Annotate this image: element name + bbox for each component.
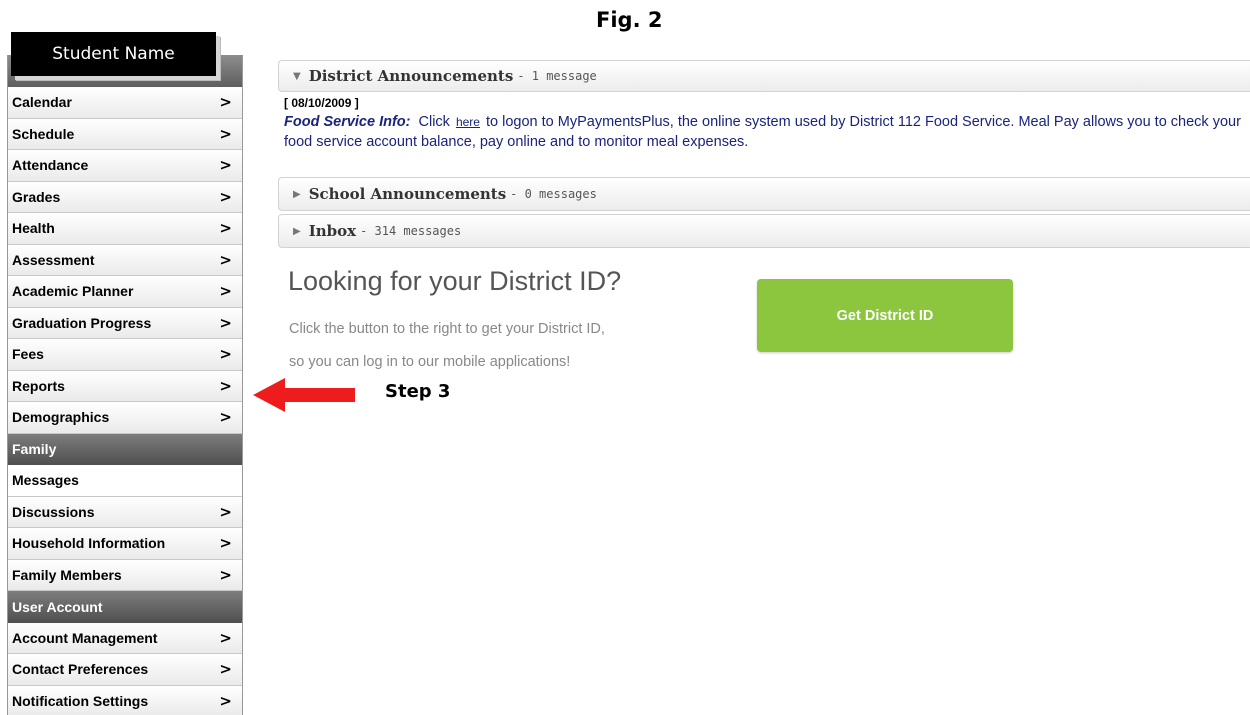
- sidebar-item-assessment[interactable]: Assessment >: [8, 244, 242, 276]
- sidebar-item-label: Attendance: [12, 157, 89, 174]
- sidebar-item-label: Notification Settings: [12, 692, 149, 709]
- triangle-right-icon: ▶: [293, 188, 301, 200]
- sidebar-item-label: Assessment: [12, 251, 95, 268]
- sidebar-item-label: Schedule: [12, 125, 75, 142]
- district-announcements-header[interactable]: ▼ District Announcements - 1 message: [278, 60, 1250, 92]
- sidebar-section-user-account: User Account: [8, 591, 242, 623]
- district-id-heading: Looking for your District ID?: [288, 266, 622, 296]
- panel-title: School Announcements: [308, 185, 507, 203]
- district-id-description: Click the button to the right to get you…: [289, 313, 605, 380]
- district-id-line: so you can log in to our mobile applicat…: [289, 354, 571, 371]
- left-arrow-icon: [253, 378, 355, 412]
- get-district-id-button[interactable]: Get District ID: [757, 279, 1013, 352]
- sidebar-item-fees[interactable]: Fees >: [8, 339, 242, 371]
- sidebar-item-label: Contact Preferences: [12, 661, 149, 678]
- chevron-right-icon: >: [219, 691, 232, 710]
- message-date: [ 08/10/2009 ]: [284, 96, 359, 110]
- sidebar-item-grades[interactable]: Grades >: [8, 181, 242, 213]
- chevron-right-icon: >: [219, 219, 232, 238]
- sidebar-section-family: Family: [8, 433, 242, 465]
- sidebar-item-label: Calendar: [12, 94, 72, 111]
- district-id-line: Click the button to the right to get you…: [289, 321, 605, 337]
- chevron-right-icon: >: [219, 534, 232, 553]
- chevron-right-icon: >: [219, 313, 232, 332]
- panel-title: Inbox: [308, 222, 357, 240]
- triangle-right-icon: ▶: [293, 225, 301, 237]
- chevron-right-icon: >: [219, 124, 232, 143]
- sidebar-item-discussions[interactable]: Discussions >: [8, 496, 242, 528]
- chevron-right-icon: >: [219, 376, 232, 395]
- sidebar-item-label: Fees: [12, 346, 44, 363]
- message-title: Food Service Info:: [284, 113, 411, 130]
- here-link[interactable]: here: [456, 115, 480, 129]
- inbox-header[interactable]: ▶ Inbox - 314 messages: [278, 214, 1250, 248]
- sidebar-item-reports[interactable]: Reports >: [8, 370, 242, 402]
- announcement-message: [ 08/10/2009 ] Food Service Info: Click h…: [284, 96, 1244, 152]
- school-announcements-header[interactable]: ▶ School Announcements - 0 messages: [278, 177, 1250, 211]
- sidebar-item-label: Graduation Progress: [12, 314, 152, 331]
- figure-caption: Fig. 2: [596, 8, 663, 32]
- student-name-label: Student Name: [11, 32, 216, 76]
- message-count: - 0 messages: [510, 187, 597, 201]
- chevron-right-icon: >: [219, 660, 232, 679]
- sidebar-item-notification-settings[interactable]: Notification Settings >: [8, 685, 242, 715]
- sidebar-item-family-members[interactable]: Family Members >: [8, 559, 242, 591]
- chevron-right-icon: >: [219, 250, 232, 269]
- chevron-right-icon: >: [219, 408, 232, 427]
- sidebar-item-label: Messages: [12, 472, 79, 489]
- sidebar-nav: Calendar > Schedule > Attendance > Grades > …: [7, 55, 243, 715]
- sidebar-item-schedule[interactable]: Schedule >: [8, 118, 242, 150]
- sidebar-item-label: Discussions: [12, 503, 95, 520]
- arrow-shape: [253, 378, 355, 412]
- sidebar-item-label: Account Management: [12, 629, 158, 646]
- chevron-right-icon: >: [219, 502, 232, 521]
- chevron-right-icon: >: [219, 156, 232, 175]
- sidebar-item-label: Demographics: [12, 409, 110, 426]
- chevron-right-icon: >: [219, 282, 232, 301]
- chevron-right-icon: >: [219, 628, 232, 647]
- sidebar-item-household-information[interactable]: Household Information >: [8, 528, 242, 560]
- sidebar-item-contact-preferences[interactable]: Contact Preferences >: [8, 654, 242, 686]
- sidebar-item-messages[interactable]: Messages: [8, 465, 242, 497]
- message-count: - 314 messages: [360, 224, 462, 238]
- chevron-right-icon: >: [219, 345, 232, 364]
- message-pre-link: Click: [418, 113, 450, 130]
- panel-title: District Announcements: [308, 67, 514, 85]
- sidebar-item-health[interactable]: Health >: [8, 213, 242, 245]
- sidebar-item-demographics[interactable]: Demographics >: [8, 402, 242, 434]
- sidebar-item-label: Academic Planner: [12, 283, 134, 300]
- triangle-down-icon: ▼: [293, 70, 301, 82]
- step-label: Step 3: [385, 381, 451, 402]
- message-text: Food Service Info: Click here to logon to…: [284, 112, 1244, 153]
- chevron-right-icon: >: [219, 93, 232, 112]
- sidebar-item-academic-planner[interactable]: Academic Planner >: [8, 276, 242, 308]
- sidebar-item-account-management[interactable]: Account Management >: [8, 622, 242, 654]
- sidebar-item-label: Reports: [12, 377, 65, 394]
- sidebar-item-label: Family Members: [12, 566, 122, 583]
- message-count: - 1 message: [517, 69, 597, 83]
- chevron-right-icon: >: [219, 187, 232, 206]
- sidebar-item-attendance[interactable]: Attendance >: [8, 150, 242, 182]
- sidebar-item-calendar[interactable]: Calendar >: [8, 87, 242, 119]
- chevron-right-icon: >: [219, 565, 232, 584]
- sidebar-item-label: Household Information: [12, 535, 166, 552]
- sidebar-item-label: Health: [12, 220, 55, 237]
- sidebar-item-graduation-progress[interactable]: Graduation Progress >: [8, 307, 242, 339]
- sidebar-item-label: Grades: [12, 188, 61, 205]
